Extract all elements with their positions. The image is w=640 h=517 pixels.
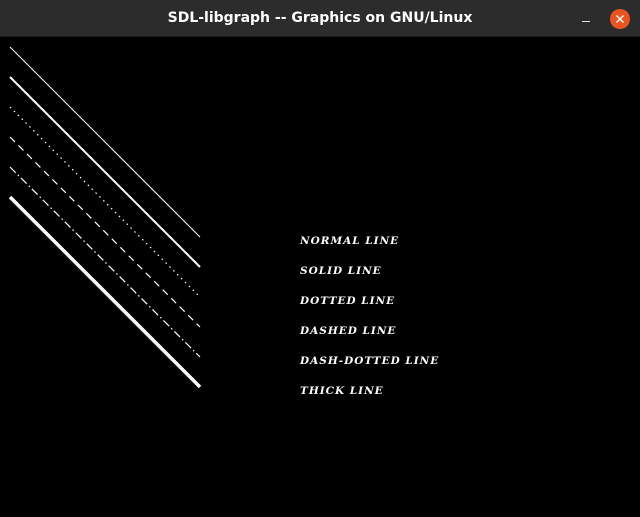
dash-dotted-line [9, 166, 201, 358]
minimize-icon [582, 21, 590, 22]
normal-line-label: NORMAL LINE [300, 235, 400, 247]
dotted-line [9, 106, 201, 298]
close-icon [616, 15, 624, 23]
app-window: SDL-libgraph -- Graphics on GNU/Linux NO… [0, 0, 640, 517]
thick-line [8, 195, 202, 389]
dashed-line [9, 136, 201, 328]
dash-dotted-line-label: DASH-DOTTED LINE [300, 355, 440, 367]
close-button[interactable] [610, 9, 630, 29]
line-drawing [8, 46, 202, 389]
title-bar[interactable]: SDL-libgraph -- Graphics on GNU/Linux [0, 0, 640, 37]
solid-line-label: SOLID LINE [300, 265, 382, 277]
thick-line-label: THICK LINE [300, 385, 384, 397]
window-title: SDL-libgraph -- Graphics on GNU/Linux [167, 10, 473, 26]
minimize-button[interactable] [576, 9, 596, 29]
dotted-line-label: DOTTED LINE [300, 295, 396, 307]
dashed-line-label: DASHED LINE [300, 325, 397, 337]
graphics-canvas: NORMAL LINE SOLID LINE DOTTED LINE DASHE… [0, 37, 640, 517]
normal-line [9, 46, 201, 238]
solid-line [9, 76, 201, 268]
